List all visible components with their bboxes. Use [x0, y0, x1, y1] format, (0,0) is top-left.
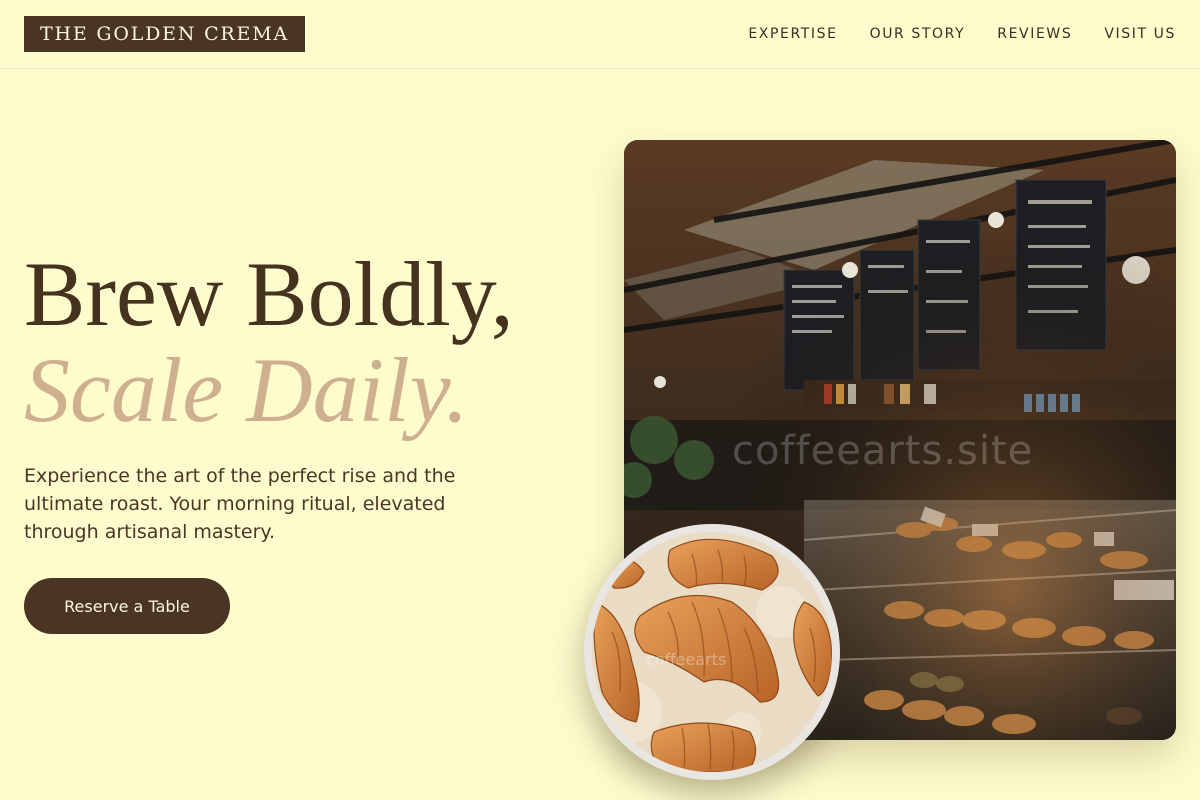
hero-title: Brew Boldly, Scale Daily.	[24, 246, 514, 438]
hero-title-line1: Brew Boldly,	[24, 243, 514, 345]
nav-item-visit-us[interactable]: VISIT US	[1104, 24, 1176, 44]
reserve-table-button[interactable]: Reserve a Table	[24, 578, 230, 634]
main-image-watermark: coffeearts.site	[732, 428, 1034, 474]
brand-logo[interactable]: THE GOLDEN CREMA	[24, 16, 305, 52]
nav-item-our-story[interactable]: OUR STORY	[870, 24, 966, 44]
site-header: THE GOLDEN CREMA EXPERTISE OUR STORY REV…	[0, 0, 1200, 69]
circle-image-watermark: coffeearts	[646, 650, 727, 669]
hero-description: Experience the art of the perfect rise a…	[24, 465, 456, 543]
croissant-photo: coffeearts	[584, 524, 840, 780]
hero-title-line2: Scale Daily.	[24, 339, 469, 441]
nav-item-reviews[interactable]: REVIEWS	[997, 24, 1072, 44]
main-nav: EXPERTISE OUR STORY REVIEWS VISIT US	[748, 24, 1176, 44]
nav-item-expertise[interactable]: EXPERTISE	[748, 24, 837, 44]
